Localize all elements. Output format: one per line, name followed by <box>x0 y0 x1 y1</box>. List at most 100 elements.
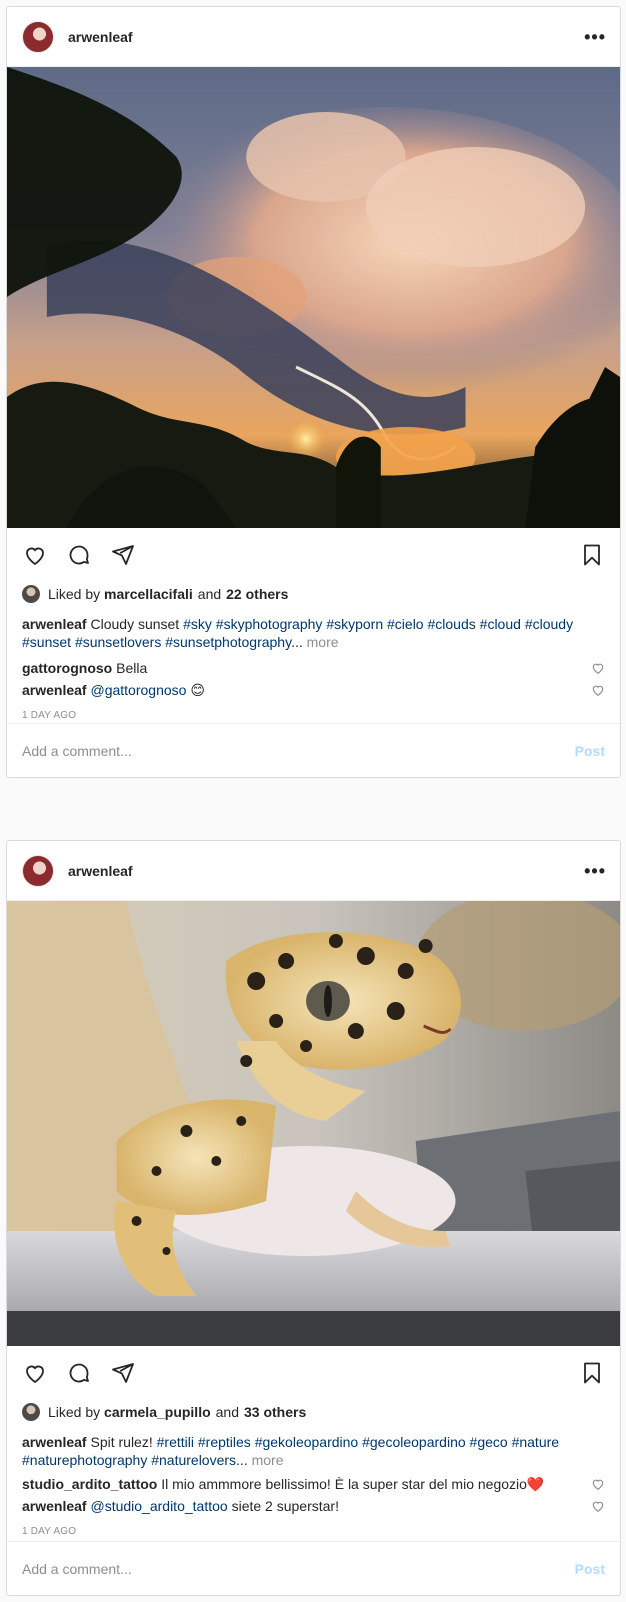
hashtag[interactable]: #geco <box>470 1434 508 1450</box>
hashtag[interactable]: #sunset <box>22 634 71 650</box>
share-icon <box>112 1363 134 1383</box>
save-button[interactable] <box>578 541 606 569</box>
sunset-photo-image <box>7 67 620 528</box>
hashtag[interactable]: #cielo <box>387 616 424 632</box>
post-header: arwenleaf ••• <box>7 7 620 67</box>
post-comment-button[interactable]: Post <box>575 1561 605 1577</box>
likes-summary: Liked by marcellacifali and 22 others <box>7 582 620 606</box>
caption-text: Cloudy sunset <box>90 616 180 632</box>
heart-icon <box>592 685 604 696</box>
like-button[interactable] <box>21 1359 49 1387</box>
comment-like-button[interactable] <box>591 661 605 675</box>
avatar[interactable] <box>22 854 54 887</box>
caption-text: Spit rulez! <box>90 1434 153 1450</box>
liked-by-prefix: Liked by <box>48 586 101 602</box>
post-photo[interactable] <box>7 901 620 1346</box>
post-username[interactable]: arwenleaf <box>68 863 133 879</box>
comment-author[interactable]: gattorognoso <box>22 660 112 676</box>
hashtag[interactable]: #cloud <box>480 616 521 632</box>
like-button[interactable] <box>21 541 49 569</box>
hashtag[interactable]: #gekoleopardino <box>255 1434 359 1450</box>
post-timestamp[interactable]: 1 DAY AGO <box>7 1523 620 1541</box>
share-button[interactable] <box>109 1359 137 1387</box>
liked-by-and: and <box>215 1404 239 1420</box>
comments-list: studio_ardito_tattoo Il mio ammmore bell… <box>7 1473 620 1517</box>
comment-author[interactable]: arwenleaf <box>22 1498 87 1514</box>
heart-icon <box>592 663 604 674</box>
comment-row: arwenleaf @studio_ardito_tattoo siete 2 … <box>7 1495 620 1517</box>
hashtag[interactable]: #sunsetphotography <box>165 634 291 650</box>
comment-text: 😊 <box>190 681 205 698</box>
comment-input[interactable] <box>22 1560 575 1577</box>
hashtag[interactable]: #reptiles <box>198 1434 251 1450</box>
share-icon <box>112 545 134 565</box>
caption-ellipsis: ... <box>236 1452 248 1468</box>
comment-text: Il mio ammmore bellissimo! È la super st… <box>161 1475 545 1492</box>
heart-icon <box>592 1501 604 1512</box>
caption-author[interactable]: arwenleaf <box>22 616 87 632</box>
comment-like-button[interactable] <box>591 1477 605 1491</box>
comment-text: siete 2 superstar! <box>231 1498 339 1514</box>
comment-row: arwenleaf @gattorognoso 😊 <box>7 679 620 701</box>
post-card: arwenleaf ••• <box>6 6 621 778</box>
caption-more-link[interactable]: more <box>252 1452 284 1468</box>
hashtag[interactable]: #rettili <box>157 1434 194 1450</box>
post-actions-bar <box>7 1346 620 1400</box>
avatar[interactable] <box>22 20 54 53</box>
comment-mention[interactable]: @studio_ardito_tattoo <box>90 1498 227 1514</box>
hashtag[interactable]: #sunsetlovers <box>75 634 161 650</box>
post-username[interactable]: arwenleaf <box>68 29 133 45</box>
comment-button[interactable] <box>65 1359 93 1387</box>
more-options-icon[interactable]: ••• <box>584 862 606 880</box>
likes-others-link[interactable]: 33 others <box>244 1404 306 1420</box>
liker-avatar[interactable] <box>22 585 40 603</box>
liked-by-user[interactable]: marcellacifali <box>104 586 193 602</box>
caption-author[interactable]: arwenleaf <box>22 1434 87 1450</box>
hashtag[interactable]: #cloudy <box>525 616 573 632</box>
hashtag[interactable]: #clouds <box>428 616 476 632</box>
comments-list: gattorognoso Bella arwenleaf @gattorogno… <box>7 657 620 701</box>
hashtag[interactable]: #nature <box>512 1434 559 1450</box>
heart-icon <box>26 547 44 566</box>
comment-icon <box>69 545 89 565</box>
hashtag[interactable]: #skyphotography <box>216 616 323 632</box>
gecko-photo-image <box>7 901 620 1346</box>
liker-avatar[interactable] <box>22 1403 40 1421</box>
more-options-icon[interactable]: ••• <box>584 28 606 46</box>
caption-more-link[interactable]: more <box>307 634 339 650</box>
hashtag[interactable]: #gecoleopardino <box>362 1434 466 1450</box>
hashtag[interactable]: #skyporn <box>326 616 383 632</box>
post-actions-bar <box>7 528 620 582</box>
hashtag[interactable]: #naturelovers <box>151 1452 236 1468</box>
heart-icon <box>26 1365 44 1384</box>
comment-input[interactable] <box>22 742 575 759</box>
comment-like-button[interactable] <box>591 683 605 697</box>
save-button[interactable] <box>578 1359 606 1387</box>
post-caption: arwenleaf Spit rulez! #rettili #reptiles… <box>7 1433 620 1469</box>
liked-by-user[interactable]: carmela_pupillo <box>104 1404 211 1420</box>
post-photo[interactable] <box>7 67 620 528</box>
comment-mention[interactable]: @gattorognoso <box>90 682 186 698</box>
post-comment-button[interactable]: Post <box>575 743 605 759</box>
comment-author[interactable]: arwenleaf <box>22 682 87 698</box>
heart-icon <box>592 1479 604 1490</box>
liked-by-prefix: Liked by <box>48 1404 101 1420</box>
hashtag[interactable]: #sky <box>183 616 212 632</box>
bookmark-icon <box>584 1362 600 1384</box>
add-comment-bar: Post <box>7 1541 620 1595</box>
likes-summary: Liked by carmela_pupillo and 33 others <box>7 1400 620 1424</box>
likes-others-link[interactable]: 22 others <box>226 586 288 602</box>
post-header: arwenleaf ••• <box>7 841 620 901</box>
caption-ellipsis: ... <box>291 634 303 650</box>
comment-like-button[interactable] <box>591 1499 605 1513</box>
comment-text: Bella <box>116 660 148 676</box>
comment-icon <box>69 1363 89 1383</box>
comment-button[interactable] <box>65 541 93 569</box>
share-button[interactable] <box>109 541 137 569</box>
comment-author[interactable]: studio_ardito_tattoo <box>22 1476 157 1492</box>
add-comment-bar: Post <box>7 723 620 777</box>
post-caption: arwenleaf Cloudy sunset #sky #skyphotogr… <box>7 615 620 651</box>
bookmark-icon <box>584 544 600 566</box>
liked-by-and: and <box>197 586 222 602</box>
hashtag[interactable]: #naturephotography <box>22 1452 147 1468</box>
